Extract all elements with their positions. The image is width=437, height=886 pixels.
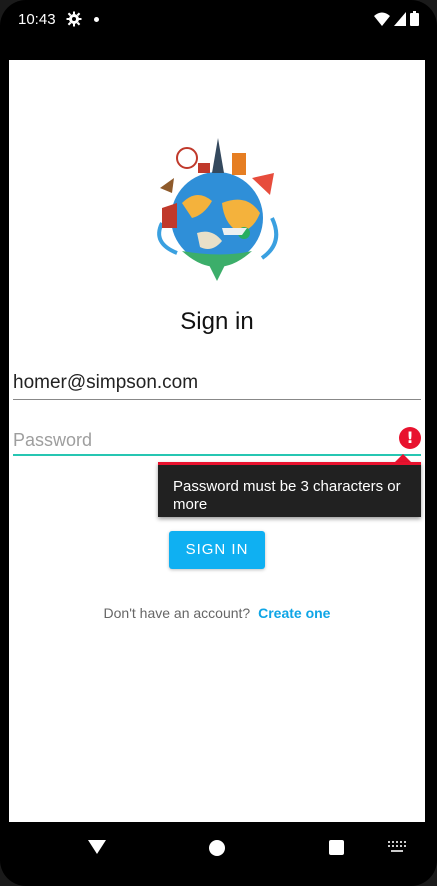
back-icon[interactable] bbox=[88, 840, 106, 854]
email-value: homer@simpson.com bbox=[13, 372, 199, 393]
signup-row: Don't have an account? Create one bbox=[9, 605, 425, 621]
page-title: Sign in bbox=[180, 308, 254, 335]
status-time: 10:43 bbox=[18, 11, 56, 28]
home-icon[interactable] bbox=[209, 840, 225, 856]
keyboard-icon[interactable] bbox=[388, 841, 406, 854]
login-screen: Sign in homer@simpson.com Password ! Pas… bbox=[9, 60, 425, 822]
status-bar: 10:43 bbox=[0, 0, 437, 40]
sign-in-button[interactable]: SIGN IN bbox=[169, 531, 265, 569]
password-placeholder: Password bbox=[13, 430, 93, 450]
create-account-link[interactable]: Create one bbox=[258, 605, 330, 621]
password-field[interactable]: Password ! bbox=[13, 426, 421, 456]
globe-travel-logo bbox=[157, 138, 279, 281]
gear-icon bbox=[66, 11, 82, 27]
error-tooltip: Password must be 3 characters or more bbox=[158, 462, 421, 517]
recent-apps-icon[interactable] bbox=[329, 840, 344, 855]
error-icon[interactable]: ! bbox=[399, 427, 421, 449]
email-field[interactable]: homer@simpson.com bbox=[13, 370, 421, 400]
status-icons bbox=[374, 11, 419, 26]
navigation-bar bbox=[0, 822, 437, 886]
battery-icon bbox=[410, 11, 419, 26]
device-frame: 10:43 Sign in homer@simpson.com Password… bbox=[0, 0, 437, 886]
signal-icon bbox=[394, 11, 406, 26]
signup-prompt: Don't have an account? bbox=[103, 605, 251, 621]
notification-dot bbox=[94, 17, 99, 22]
wifi-icon bbox=[374, 12, 390, 26]
